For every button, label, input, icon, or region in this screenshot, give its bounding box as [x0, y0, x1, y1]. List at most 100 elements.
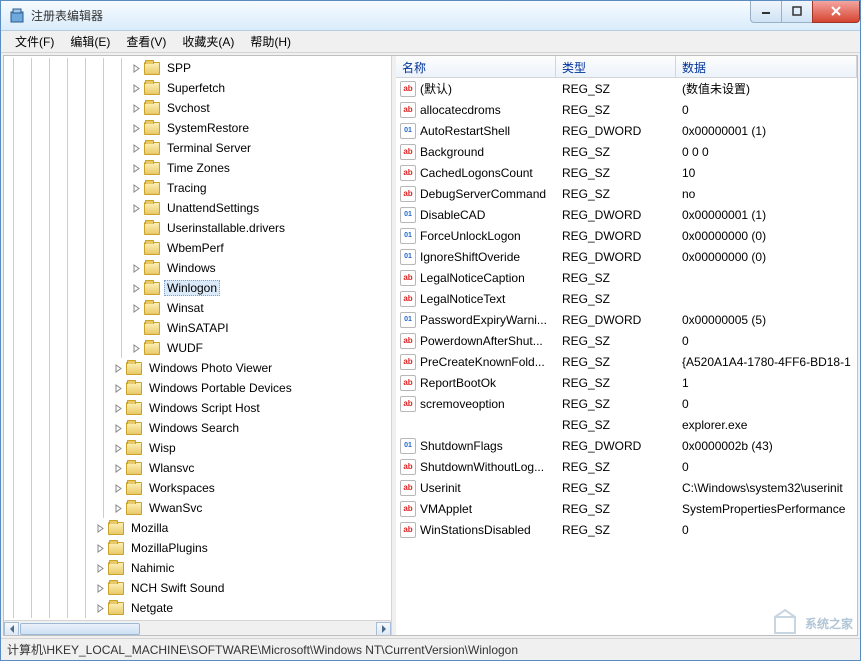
list-row[interactable]: ReportBootOkREG_SZ1 — [396, 372, 857, 393]
titlebar[interactable]: 注册表编辑器 — [1, 1, 860, 31]
expander-closed-icon[interactable] — [94, 562, 106, 574]
expander-closed-icon[interactable] — [130, 282, 142, 294]
tree-item[interactable]: Winsat — [4, 298, 391, 318]
list-row[interactable]: IgnoreShiftOverideREG_DWORD0x00000000 (0… — [396, 246, 857, 267]
list-row[interactable]: ShellREG_SZexplorer.exe — [396, 414, 857, 435]
col-header-name[interactable]: 名称 — [396, 56, 556, 77]
menu-favorites[interactable]: 收藏夹(A) — [174, 31, 242, 52]
expander-closed-icon[interactable] — [130, 62, 142, 74]
tree-item[interactable]: Wisp — [4, 438, 391, 458]
menu-edit[interactable]: 编辑(E) — [62, 31, 118, 52]
tree-item[interactable]: Nahimic — [4, 558, 391, 578]
list-row[interactable]: PowerdownAfterShut...REG_SZ0 — [396, 330, 857, 351]
list-row[interactable]: PreCreateKnownFold...REG_SZ{A520A1A4-178… — [396, 351, 857, 372]
expander-closed-icon[interactable] — [112, 502, 124, 514]
folder-icon — [126, 382, 142, 395]
tree-item[interactable]: WUDF — [4, 338, 391, 358]
expander-closed-icon[interactable] — [112, 362, 124, 374]
expander-closed-icon[interactable] — [130, 122, 142, 134]
expander-closed-icon[interactable] — [130, 142, 142, 154]
expander-closed-icon[interactable] — [94, 522, 106, 534]
tree-item[interactable]: NCH Swift Sound — [4, 578, 391, 598]
tree-item[interactable]: Windows Portable Devices — [4, 378, 391, 398]
expander-closed-icon[interactable] — [130, 182, 142, 194]
list-value-name: ShutdownFlags — [420, 439, 503, 453]
tree-item[interactable]: Svchost — [4, 98, 391, 118]
tree-item[interactable]: MozillaPlugins — [4, 538, 391, 558]
tree-item[interactable]: Userinstallable.drivers — [4, 218, 391, 238]
tree-item[interactable]: Workspaces — [4, 478, 391, 498]
col-header-data[interactable]: 数据 — [676, 56, 857, 77]
minimize-button[interactable] — [750, 1, 782, 23]
tree-item[interactable]: Wlansvc — [4, 458, 391, 478]
list-row[interactable]: scremoveoptionREG_SZ0 — [396, 393, 857, 414]
expander-closed-icon[interactable] — [112, 422, 124, 434]
expander-closed-icon[interactable] — [130, 262, 142, 274]
scroll-left-button[interactable] — [4, 622, 19, 635]
list-pane[interactable]: 名称 类型 数据 (默认)REG_SZ(数值未设置)allocatecdroms… — [396, 56, 857, 635]
expander-closed-icon[interactable] — [112, 462, 124, 474]
string-value-icon — [400, 480, 416, 496]
expander-closed-icon[interactable] — [94, 582, 106, 594]
tree-item[interactable]: Windows Photo Viewer — [4, 358, 391, 378]
tree-item[interactable]: Tracing — [4, 178, 391, 198]
scroll-thumb[interactable] — [20, 623, 140, 635]
list-row[interactable]: CachedLogonsCountREG_SZ10 — [396, 162, 857, 183]
expander-closed-icon[interactable] — [130, 82, 142, 94]
list-row[interactable]: WinStationsDisabledREG_SZ0 — [396, 519, 857, 540]
tree-item[interactable]: Windows — [4, 258, 391, 278]
expander-closed-icon[interactable] — [130, 202, 142, 214]
tree-item[interactable]: WinSATAPI — [4, 318, 391, 338]
tree-hscrollbar[interactable] — [4, 620, 391, 635]
list-row[interactable]: ForceUnlockLogonREG_DWORD0x00000000 (0) — [396, 225, 857, 246]
expander-closed-icon[interactable] — [130, 342, 142, 354]
expander-closed-icon[interactable] — [112, 382, 124, 394]
expander-closed-icon[interactable] — [112, 482, 124, 494]
expander-closed-icon[interactable] — [130, 102, 142, 114]
close-button[interactable] — [812, 1, 860, 23]
list-row[interactable]: allocatecdromsREG_SZ0 — [396, 99, 857, 120]
tree-item[interactable]: Winlogon — [4, 278, 391, 298]
list-row[interactable]: UserinitREG_SZC:\Windows\system32\userin… — [396, 477, 857, 498]
tree-item[interactable]: Windows Search — [4, 418, 391, 438]
col-header-type[interactable]: 类型 — [556, 56, 676, 77]
tree-item[interactable]: WwanSvc — [4, 498, 391, 518]
tree-item[interactable]: SPP — [4, 58, 391, 78]
list-row[interactable]: PasswordExpiryWarni...REG_DWORD0x0000000… — [396, 309, 857, 330]
tree-item[interactable]: Terminal Server — [4, 138, 391, 158]
list-row[interactable]: ShutdownWithoutLog...REG_SZ0 — [396, 456, 857, 477]
list-row[interactable]: ShutdownFlagsREG_DWORD0x0000002b (43) — [396, 435, 857, 456]
menu-help[interactable]: 帮助(H) — [242, 31, 299, 52]
list-row[interactable]: (默认)REG_SZ(数值未设置) — [396, 78, 857, 99]
list-row[interactable]: AutoRestartShellREG_DWORD0x00000001 (1) — [396, 120, 857, 141]
tree-item[interactable]: Time Zones — [4, 158, 391, 178]
expander-closed-icon[interactable] — [130, 302, 142, 314]
expander-closed-icon[interactable] — [112, 402, 124, 414]
list-value-name: LegalNoticeText — [420, 292, 505, 306]
expander-closed-icon[interactable] — [94, 602, 106, 614]
list-cell-data: 0 — [676, 460, 857, 474]
tree-item[interactable]: SystemRestore — [4, 118, 391, 138]
menu-file[interactable]: 文件(F) — [7, 31, 62, 52]
tree-item[interactable]: Windows Script Host — [4, 398, 391, 418]
list-row[interactable]: DebugServerCommandREG_SZno — [396, 183, 857, 204]
tree-item[interactable]: Netgate — [4, 598, 391, 618]
tree-item[interactable]: WbemPerf — [4, 238, 391, 258]
list-cell-name: allocatecdroms — [396, 102, 556, 118]
list-row[interactable]: BackgroundREG_SZ0 0 0 — [396, 141, 857, 162]
tree-item[interactable]: UnattendSettings — [4, 198, 391, 218]
tree-item[interactable]: Mozilla — [4, 518, 391, 538]
list-row[interactable]: VMAppletREG_SZSystemPropertiesPerformanc… — [396, 498, 857, 519]
tree-item[interactable]: Superfetch — [4, 78, 391, 98]
scroll-right-button[interactable] — [376, 622, 391, 635]
expander-closed-icon[interactable] — [112, 442, 124, 454]
list-row[interactable]: LegalNoticeTextREG_SZ — [396, 288, 857, 309]
menu-view[interactable]: 查看(V) — [118, 31, 174, 52]
list-cell-name: ShutdownWithoutLog... — [396, 459, 556, 475]
list-row[interactable]: LegalNoticeCaptionREG_SZ — [396, 267, 857, 288]
tree-pane[interactable]: SPPSuperfetchSvchostSystemRestoreTermina… — [4, 56, 392, 635]
expander-closed-icon[interactable] — [130, 162, 142, 174]
maximize-button[interactable] — [781, 1, 813, 23]
expander-closed-icon[interactable] — [94, 542, 106, 554]
list-row[interactable]: DisableCADREG_DWORD0x00000001 (1) — [396, 204, 857, 225]
